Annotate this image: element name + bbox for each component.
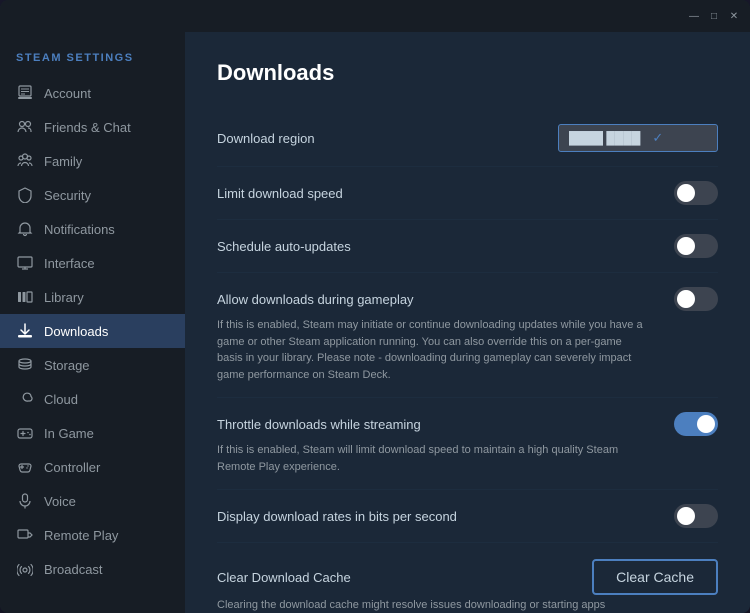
setting-row-auto-updates: Schedule auto-updates [217, 220, 718, 273]
sidebar-item-storage[interactable]: Storage [0, 348, 185, 382]
cloud-icon [16, 390, 34, 408]
setting-row-display-bits: Display download rates in bits per secon… [217, 490, 718, 543]
sidebar-item-label: Storage [44, 358, 90, 373]
sidebar-item-downloads[interactable]: Downloads [0, 314, 185, 348]
toggle-display-bits[interactable] [674, 504, 718, 528]
setting-label-download-region: Download region [217, 131, 315, 146]
sidebar-item-label: Cloud [44, 392, 78, 407]
notifications-icon [16, 220, 34, 238]
sidebar-item-controller[interactable]: Controller [0, 450, 185, 484]
sidebar-item-ingame[interactable]: In Game [0, 416, 185, 450]
downloads-icon [16, 322, 34, 340]
setting-label-throttle-streaming: Throttle downloads while streaming [217, 417, 421, 432]
sidebar-item-label: Controller [44, 460, 100, 475]
library-icon [16, 288, 34, 306]
sidebar-item-interface[interactable]: Interface [0, 246, 185, 280]
toggle-limit-speed[interactable] [674, 181, 718, 205]
setting-label-display-bits: Display download rates in bits per secon… [217, 509, 457, 524]
dropdown-value: ████ ████ [569, 131, 640, 145]
setting-row-download-region: Download region ████ ████ ✓ [217, 110, 718, 167]
main-content: STEAM SETTINGS Account Friends & Chat [0, 32, 750, 613]
sidebar-item-label: Voice [44, 494, 76, 509]
setting-row-throttle-streaming: Throttle downloads while streaming If th… [217, 398, 718, 490]
sidebar-item-label: Friends & Chat [44, 120, 131, 135]
sidebar-item-notifications[interactable]: Notifications [0, 212, 185, 246]
sidebar-item-remoteplay[interactable]: Remote Play [0, 518, 185, 552]
storage-icon [16, 356, 34, 374]
maximize-button[interactable]: □ [708, 10, 720, 22]
page-title: Downloads [217, 60, 718, 86]
close-button[interactable]: ✕ [728, 10, 740, 22]
sidebar-item-label: Family [44, 154, 82, 169]
sidebar-item-label: In Game [44, 426, 94, 441]
setting-row-header: Throttle downloads while streaming [217, 412, 718, 436]
broadcast-icon [16, 560, 34, 578]
clear-cache-row: Clear Download Cache Clear Cache Clearin… [217, 543, 718, 613]
friends-icon [16, 118, 34, 136]
clear-cache-button[interactable]: Clear Cache [592, 559, 718, 595]
setting-label-auto-updates: Schedule auto-updates [217, 239, 351, 254]
controller-icon [16, 458, 34, 476]
clear-cache-header: Clear Download Cache Clear Cache [217, 559, 718, 595]
sidebar-item-label: Broadcast [44, 562, 103, 577]
setting-label-limit-speed: Limit download speed [217, 186, 343, 201]
content-panel: Downloads Download region ████ ████ ✓ Li… [185, 32, 750, 613]
steam-settings-window: — □ ✕ STEAM SETTINGS Account Friends & C… [0, 0, 750, 613]
setting-desc-downloads-gameplay: If this is enabled, Steam may initiate o… [217, 317, 647, 383]
toggle-throttle-streaming[interactable] [674, 412, 718, 436]
sidebar-item-library[interactable]: Library [0, 280, 185, 314]
sidebar-item-label: Security [44, 188, 91, 203]
sidebar-item-label: Downloads [44, 324, 108, 339]
sidebar-item-label: Notifications [44, 222, 115, 237]
clear-cache-label: Clear Download Cache [217, 570, 351, 585]
download-region-dropdown[interactable]: ████ ████ ✓ [558, 124, 718, 152]
sidebar-item-broadcast[interactable]: Broadcast [0, 552, 185, 586]
titlebar: — □ ✕ [0, 0, 750, 32]
security-icon [16, 186, 34, 204]
sidebar-item-family[interactable]: Family [0, 144, 185, 178]
setting-desc-throttle-streaming: If this is enabled, Steam will limit dow… [217, 442, 647, 475]
toggle-auto-updates[interactable] [674, 234, 718, 258]
minimize-button[interactable]: — [688, 10, 700, 22]
sidebar-item-label: Remote Play [44, 528, 118, 543]
setting-row-limit-speed: Limit download speed [217, 167, 718, 220]
sidebar: STEAM SETTINGS Account Friends & Chat [0, 32, 185, 613]
interface-icon [16, 254, 34, 272]
dropdown-check-icon: ✓ [652, 130, 663, 146]
voice-icon [16, 492, 34, 510]
ingame-icon [16, 424, 34, 442]
sidebar-item-cloud[interactable]: Cloud [0, 382, 185, 416]
sidebar-item-label: Account [44, 86, 91, 101]
sidebar-item-security[interactable]: Security [0, 178, 185, 212]
sidebar-title: STEAM SETTINGS [0, 44, 185, 76]
sidebar-item-friends[interactable]: Friends & Chat [0, 110, 185, 144]
account-icon [16, 84, 34, 102]
setting-label-downloads-gameplay: Allow downloads during gameplay [217, 292, 414, 307]
sidebar-item-voice[interactable]: Voice [0, 484, 185, 518]
sidebar-item-label: Library [44, 290, 84, 305]
clear-cache-desc: Clearing the download cache might resolv… [217, 599, 605, 611]
remoteplay-icon [16, 526, 34, 544]
sidebar-item-account[interactable]: Account [0, 76, 185, 110]
setting-row-header: Allow downloads during gameplay [217, 287, 718, 311]
family-icon [16, 152, 34, 170]
sidebar-item-label: Interface [44, 256, 95, 271]
toggle-downloads-gameplay[interactable] [674, 287, 718, 311]
setting-row-downloads-gameplay: Allow downloads during gameplay If this … [217, 273, 718, 398]
